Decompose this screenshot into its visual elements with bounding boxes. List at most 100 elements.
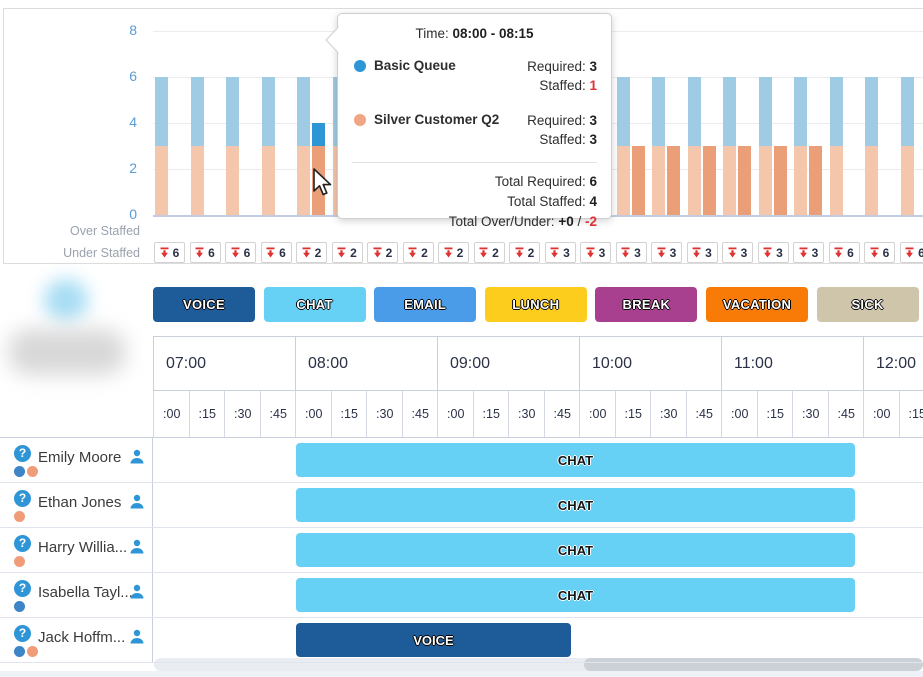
y-axis-tick: 2: [95, 160, 137, 178]
staffed-bar[interactable]: [774, 146, 787, 215]
legend-button-email[interactable]: EMAIL: [374, 287, 476, 322]
agent-row-jack-hoffm-[interactable]: ?Jack Hoffm...: [0, 618, 153, 663]
required-bar[interactable]: [617, 77, 630, 215]
required-bar[interactable]: [652, 77, 665, 215]
under-staffed-arrow-icon: [692, 247, 701, 258]
agent-name: Harry Willia...: [38, 539, 127, 556]
required-bar[interactable]: [865, 77, 878, 215]
required-bar[interactable]: [262, 77, 275, 215]
question-status-icon: ?: [14, 580, 31, 597]
tooltip-total-over-under: Total Over/Under: +0 / -2: [338, 212, 611, 232]
silver-queue-name: Silver Customer Q2: [374, 111, 527, 127]
under-staffed-chip: 2: [367, 242, 398, 263]
under-staffed-value: 6: [883, 246, 890, 260]
quarter-header: :45: [544, 390, 581, 437]
agent-name: Isabella Tayl...: [38, 584, 133, 601]
under-staffed-arrow-icon: [266, 247, 275, 258]
under-staffed-value: 3: [705, 246, 712, 260]
quarter-header: :30: [508, 390, 545, 437]
under-staffed-arrow-icon: [657, 247, 666, 258]
tooltip-total-required: Total Required: 6: [338, 172, 611, 192]
quarter-header: :00: [295, 390, 332, 437]
agent-row-harry-willia-[interactable]: ?Harry Willia...: [0, 528, 153, 573]
tooltip-basic-queue-row: Basic Queue Required: 3 Staffed: 1: [338, 57, 611, 95]
shift-bar-chat[interactable]: CHAT: [296, 488, 855, 522]
quarter-header: :15: [757, 390, 794, 437]
quarter-header: :30: [650, 390, 687, 437]
agent-person-icon[interactable]: [129, 494, 145, 514]
required-bar[interactable]: [901, 77, 914, 215]
blurred-team-label: [8, 329, 126, 375]
question-status-icon: ?: [14, 445, 31, 462]
required-bar[interactable]: [759, 77, 772, 215]
agent-person-icon[interactable]: [129, 449, 145, 469]
legend-button-break[interactable]: BREAK: [595, 287, 697, 322]
y-axis-tick: 8: [95, 22, 137, 40]
agent-row-ethan-jones[interactable]: ?Ethan Jones: [0, 483, 153, 528]
shift-bar-chat[interactable]: CHAT: [296, 443, 855, 477]
tooltip-pointer-icon: [325, 26, 339, 54]
required-bar[interactable]: [191, 77, 204, 215]
required-bar[interactable]: [226, 77, 239, 215]
under-staffed-arrow-icon: [160, 247, 169, 258]
y-axis-tick: 4: [95, 114, 137, 132]
under-staffed-chip: 3: [687, 242, 718, 263]
queue-dot-silver-icon: [14, 511, 25, 522]
silver-queue-stats: Required: 3 Staffed: 3: [527, 111, 597, 149]
quarter-header: :15: [615, 390, 652, 437]
required-bar[interactable]: [155, 77, 168, 215]
under-staffed-value: 6: [279, 246, 286, 260]
agent-person-icon[interactable]: [129, 584, 145, 604]
under-staffed-chip: 6: [864, 242, 895, 263]
horizontal-scrollbar-thumb[interactable]: [584, 658, 923, 671]
under-staffed-arrow-icon: [834, 247, 843, 258]
under-staffed-value: 3: [563, 246, 570, 260]
required-bar[interactable]: [794, 77, 807, 215]
legend-button-vacation[interactable]: VACATION: [706, 287, 808, 322]
agent-person-icon[interactable]: [129, 539, 145, 559]
under-staffed-value: 3: [670, 246, 677, 260]
agent-row-isabella-tayl-[interactable]: ? Isabella Tayl...: [0, 573, 153, 618]
quarter-header: :15: [473, 390, 510, 437]
under-staffed-value: 3: [741, 246, 748, 260]
under-staffed-chip: 3: [722, 242, 753, 263]
legend-button-voice[interactable]: VOICE: [153, 287, 255, 322]
hour-header-07:00: 07:00: [153, 336, 295, 390]
required-bar[interactable]: [830, 77, 843, 215]
staffed-bar[interactable]: [667, 146, 680, 215]
tooltip-total-staffed: Total Staffed: 4: [338, 192, 611, 212]
required-bar[interactable]: [723, 77, 736, 215]
under-staffed-arrow-icon: [373, 247, 382, 258]
agent-row-emily-moore[interactable]: ?Emily Moore: [0, 438, 153, 483]
required-bar[interactable]: [688, 77, 701, 215]
under-staffed-value: 2: [492, 246, 499, 260]
under-staffed-arrow-icon: [586, 247, 595, 258]
staffed-bar[interactable]: [703, 146, 716, 215]
queue-dot-basic-icon: [14, 646, 25, 657]
legend-button-sick[interactable]: SICK: [817, 287, 919, 322]
quarter-header: :00: [863, 390, 900, 437]
y-axis-tick: 6: [95, 68, 137, 86]
under-staffed-label: Under Staffed: [0, 246, 140, 260]
under-staffed-arrow-icon: [408, 247, 417, 258]
quarter-header: :00: [437, 390, 474, 437]
legend-button-chat[interactable]: CHAT: [264, 287, 366, 322]
under-staffed-value: 6: [173, 246, 180, 260]
under-staffed-chip: 2: [438, 242, 469, 263]
under-staffed-chip: 6: [261, 242, 292, 263]
quarter-header: :00: [721, 390, 758, 437]
quarter-header: :45: [402, 390, 439, 437]
shift-bar-voice[interactable]: VOICE: [296, 623, 571, 657]
staffed-bar[interactable]: [809, 146, 822, 215]
legend-button-lunch[interactable]: LUNCH: [485, 287, 587, 322]
under-staffed-arrow-icon: [799, 247, 808, 258]
staffed-bar[interactable]: [632, 146, 645, 215]
required-bar[interactable]: [297, 77, 310, 215]
staffed-bar[interactable]: [738, 146, 751, 215]
under-staffed-value: 2: [528, 246, 535, 260]
under-staffed-arrow-icon: [870, 247, 879, 258]
shift-bar-chat[interactable]: CHAT: [296, 578, 855, 612]
shift-bar-chat[interactable]: CHAT: [296, 533, 855, 567]
agent-person-icon[interactable]: [129, 629, 145, 649]
queue-dot-basic-icon: [14, 466, 25, 477]
